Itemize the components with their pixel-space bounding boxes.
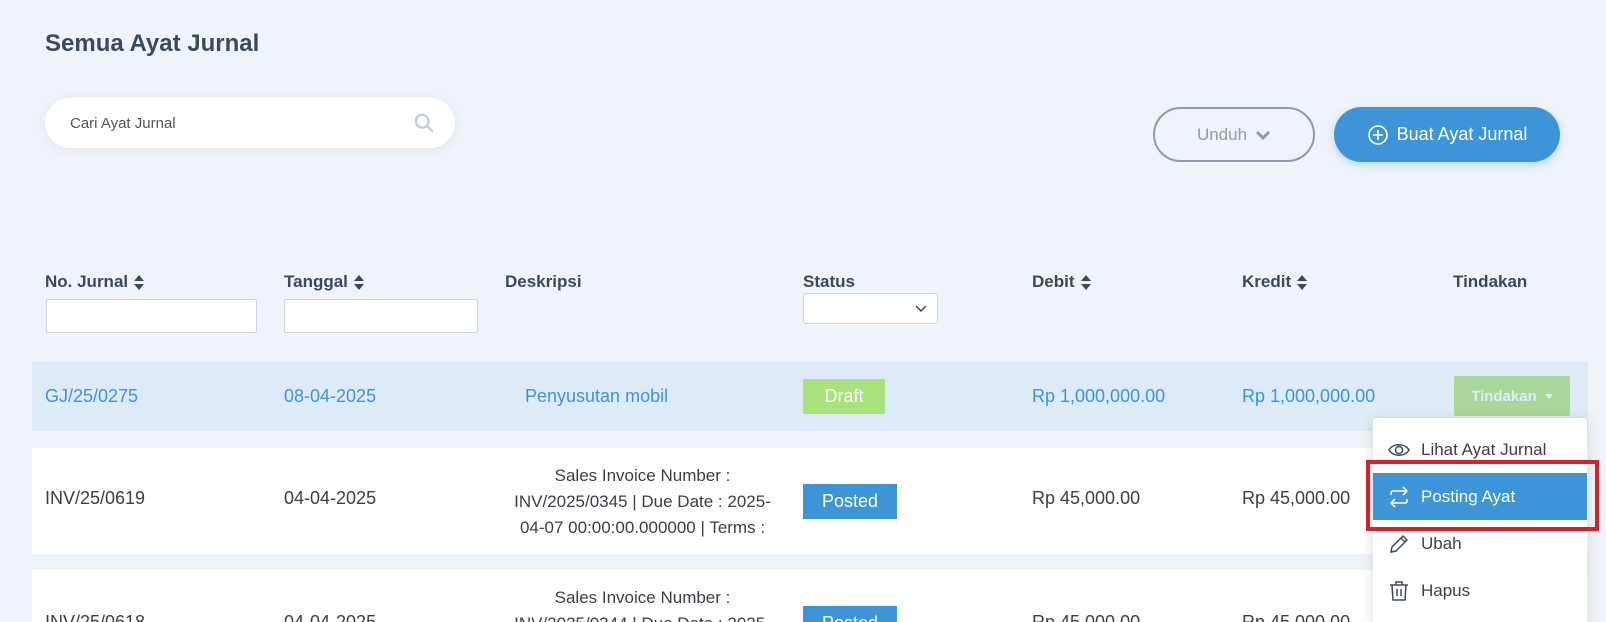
header-deskripsi-label: Deskripsi — [505, 272, 582, 291]
menu-item-label: Ubah — [1421, 533, 1462, 553]
desc-line: INV/2025/0345 | Due Date : 2025- — [514, 492, 771, 511]
header-tindakan: Tindakan — [1453, 272, 1527, 292]
chevron-down-icon — [1255, 130, 1271, 140]
trash-icon — [1390, 580, 1408, 601]
cell-deskripsi: Sales Invoice Number : INV/2025/0344 | D… — [505, 585, 780, 622]
cell-kredit: Rp 45,000.00 — [1242, 488, 1351, 508]
header-no-jurnal-label: No. Jurnal — [45, 272, 129, 291]
repeat-icon — [1389, 485, 1409, 508]
caret-down-icon — [1544, 393, 1553, 399]
menu-item-delete[interactable]: Hapus — [1373, 567, 1587, 614]
header-debit-label: Debit — [1032, 272, 1075, 291]
filter-status-select[interactable] — [803, 293, 938, 324]
status-badge: Posted — [803, 484, 897, 519]
filter-no-jurnal-input[interactable] — [46, 299, 257, 333]
sort-icon — [1297, 274, 1308, 290]
tindakan-button-label: Tindakan — [1471, 387, 1537, 405]
header-status-label: Status — [803, 272, 855, 291]
menu-item-label: Hapus — [1421, 580, 1471, 600]
menu-item-edit[interactable]: Ubah — [1373, 520, 1587, 567]
status-badge: Posted — [803, 606, 897, 622]
cell-debit: Rp 45,000.00 — [1032, 612, 1141, 622]
sort-icon — [1080, 274, 1091, 290]
desc-line: INV/2025/0344 | Due Date : 2025- — [505, 611, 780, 622]
table-row[interactable]: INV/25/0619 04-04-2025 Sales Invoice Num… — [32, 448, 1588, 554]
menu-item-label: Lihat Ayat Jurnal — [1421, 439, 1547, 459]
page-title: Semua Ayat Jurnal — [45, 30, 260, 57]
sort-icon — [353, 274, 364, 290]
table-row[interactable]: GJ/25/0275 08-04-2025 Penyusutan mobil D… — [32, 362, 1588, 431]
cell-no-jurnal[interactable]: INV/25/0619 — [45, 488, 145, 509]
menu-item-posting[interactable]: Posting Ayat — [1373, 473, 1587, 520]
plus-circle-icon — [1367, 124, 1388, 145]
header-tanggal[interactable]: Tanggal — [284, 272, 364, 292]
download-button[interactable]: Unduh — [1153, 107, 1315, 162]
status-badge: Draft — [803, 379, 885, 414]
desc-line: Sales Invoice Number : — [554, 588, 731, 607]
header-debit[interactable]: Debit — [1032, 272, 1091, 292]
cell-debit: Rp 45,000.00 — [1032, 488, 1141, 508]
action-dropdown-menu: Lihat Ayat Jurnal Posting Ayat Ubah Hapu… — [1373, 418, 1587, 622]
download-button-label: Unduh — [1196, 124, 1248, 144]
cell-kredit: Rp 1,000,000.00 — [1242, 386, 1376, 406]
cell-debit: Rp 1,000,000.00 — [1032, 386, 1166, 406]
desc-line: 04-07 00:00:00.000000 | Terms : — [519, 518, 766, 537]
cell-kredit: Rp 45,000.00 — [1242, 612, 1351, 622]
header-no-jurnal[interactable]: No. Jurnal — [45, 272, 145, 292]
cell-tanggal: 04-04-2025 — [284, 612, 377, 622]
tindakan-button[interactable]: Tindakan — [1454, 376, 1570, 416]
header-deskripsi: Deskripsi — [505, 272, 582, 292]
cell-no-jurnal[interactable]: INV/25/0618 — [45, 612, 145, 622]
create-journal-button[interactable]: Buat Ayat Jurnal — [1334, 107, 1560, 162]
table-row[interactable]: INV/25/0618 04-04-2025 Sales Invoice Num… — [32, 570, 1588, 622]
header-kredit-label: Kredit — [1242, 272, 1292, 291]
cell-no-jurnal[interactable]: GJ/25/0275 — [45, 386, 138, 407]
pencil-icon — [1390, 534, 1409, 553]
create-journal-label: Buat Ayat Jurnal — [1396, 124, 1528, 144]
cell-deskripsi: Sales Invoice Number : INV/2025/0345 | D… — [505, 463, 780, 541]
cell-deskripsi: Penyusutan mobil — [525, 386, 669, 406]
search-icon[interactable] — [413, 112, 435, 134]
eye-icon — [1388, 443, 1410, 456]
menu-item-view[interactable]: Lihat Ayat Jurnal — [1373, 426, 1587, 473]
sort-icon — [134, 274, 145, 290]
desc-line: Sales Invoice Number : — [554, 466, 731, 485]
chevron-down-icon — [915, 304, 927, 312]
filter-tanggal-input[interactable] — [284, 299, 478, 333]
header-kredit[interactable]: Kredit — [1242, 272, 1308, 292]
header-status: Status — [803, 272, 855, 292]
cell-tanggal: 08-04-2025 — [284, 386, 377, 406]
menu-item-label: Posting Ayat — [1421, 486, 1516, 506]
cell-tanggal: 04-04-2025 — [284, 488, 377, 508]
header-tanggal-label: Tanggal — [284, 272, 348, 291]
search-input[interactable] — [70, 114, 413, 132]
search-box[interactable] — [45, 98, 455, 148]
header-tindakan-label: Tindakan — [1453, 272, 1528, 291]
